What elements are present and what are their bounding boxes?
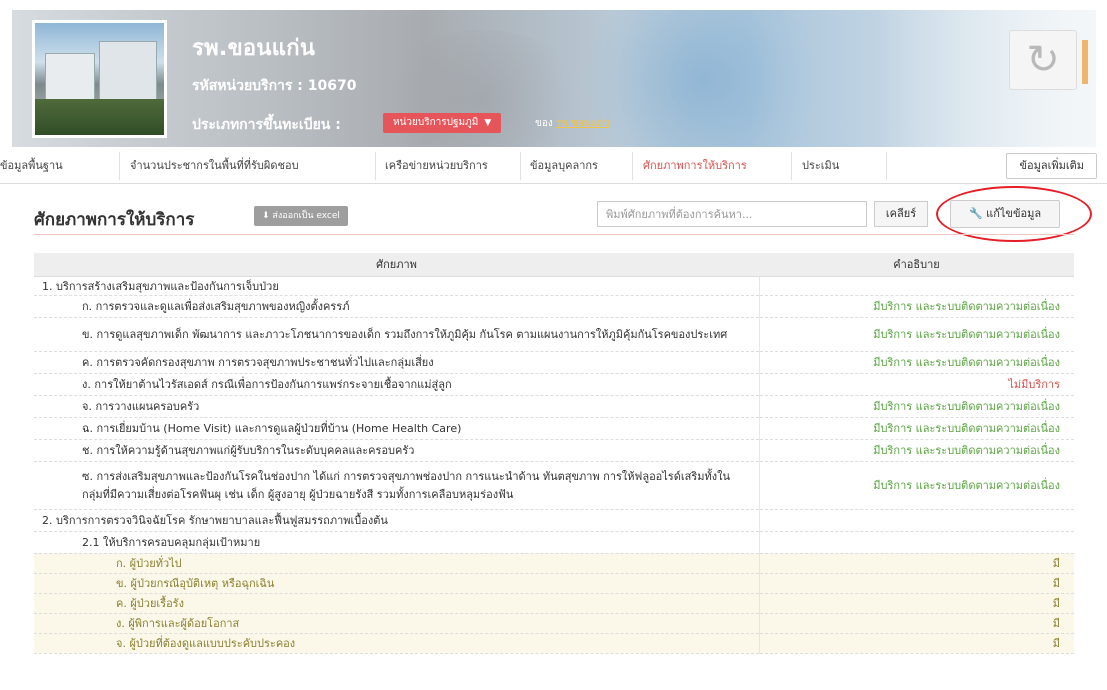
- row-value: [759, 276, 1074, 296]
- tab-assessment[interactable]: ประเมิน: [802, 148, 839, 184]
- table-row: ช. การให้ความรู้ด้านสุขภาพแก่ผู้รับบริกา…: [34, 439, 1074, 462]
- table-row: ข. การดูแลสุขภาพเด็ก พัฒนาการ และภาวะโภช…: [34, 317, 1074, 352]
- table-row: จ. การวางแผนครอบครัว มีบริการ และระบบติดต…: [34, 395, 1074, 418]
- edit-data-button[interactable]: 🔧 แก้ไขข้อมูล: [950, 200, 1060, 228]
- row-label: จ. การวางแผนครอบครัว: [34, 395, 760, 418]
- download-icon: ⬇: [262, 211, 270, 221]
- registration-type-value: หน่วยบริการปฐมภูมิ: [393, 117, 479, 128]
- row-label: ค. ผู้ป่วยเรื้อรัง: [34, 593, 760, 614]
- header-banner: รพ.ขอนแก่น รหัสหน่วยบริการ : 10670 ประเภ…: [12, 10, 1096, 147]
- row-label: ง. ผู้พิการและผู้ด้อยโอกาส: [34, 613, 760, 634]
- row-label: ค. การตรวจคัดกรองสุขภาพ การตรวจสุขภาพประ…: [34, 351, 760, 374]
- table-row: ซ. การส่งเสริมสุขภาพและป้องกันโรคในช่องป…: [34, 461, 1074, 510]
- hospital-photo: [32, 20, 167, 138]
- table-row: จ. ผู้ป่วยที่ต้องดูแลแบบประคับประคอง มี: [34, 633, 1074, 654]
- table-row: ก. ผู้ป่วยทั่วไป มี: [34, 553, 1074, 574]
- row-label: ข. การดูแลสุขภาพเด็ก พัฒนาการ และภาวะโภช…: [34, 317, 760, 352]
- row-label: ฉ. การเยี่ยมบ้าน (Home Visit) และการดูแล…: [34, 417, 760, 440]
- tab-network[interactable]: เครือข่ายหน่วยบริการ: [385, 148, 488, 184]
- unit-code: รหัสหน่วยบริการ : 10670: [192, 78, 357, 94]
- row-label: 1. บริการสร้างเสริมสุขภาพและป้องกันการเจ…: [34, 276, 760, 296]
- row-label: 2. บริการการตรวจวินิจฉัยโรค รักษาพยาบาลแ…: [34, 509, 760, 532]
- row-value: มีบริการ และระบบติดตามความต่อเนื่อง: [759, 295, 1074, 318]
- table-row: 2. บริการการตรวจวินิจฉัยโรค รักษาพยาบาลแ…: [34, 509, 1074, 532]
- network-link[interactable]: รพ.ขอนแก่น: [556, 118, 610, 129]
- clear-button[interactable]: เคลียร์: [874, 201, 928, 227]
- row-value: มีบริการ และระบบติดตามความต่อเนื่อง: [759, 351, 1074, 374]
- wrench-icon: 🔧: [968, 207, 983, 220]
- row-value: [759, 531, 1074, 554]
- refresh-button[interactable]: ↻: [1009, 30, 1077, 90]
- tab-personnel[interactable]: ข้อมูลบุคลากร: [530, 148, 598, 184]
- row-label: ก. ผู้ป่วยทั่วไป: [34, 553, 760, 574]
- table-row: 2.1 ให้บริการครอบคลุมกลุ่มเป้าหมาย: [34, 531, 1074, 554]
- export-label: ส่งออกเป็น excel: [272, 211, 340, 221]
- row-value: มีบริการ และระบบติดตามความต่อเนื่อง: [759, 317, 1074, 352]
- table-row: ฉ. การเยี่ยมบ้าน (Home Visit) และการดูแล…: [34, 417, 1074, 440]
- row-label: จ. ผู้ป่วยที่ต้องดูแลแบบประคับประคอง: [34, 633, 760, 654]
- capacity-table: ศักยภาพ คำอธิบาย 1. บริการสร้างเสริมสุขภ…: [34, 253, 1074, 654]
- row-label: ข. ผู้ป่วยกรณีอุบัติเหตุ หรือฉุกเฉิน: [34, 573, 760, 594]
- hospital-name: รพ.ขอนแก่น: [192, 36, 316, 61]
- tab-population[interactable]: จำนวนประชากรในพื้นที่ที่รับผิดชอบ: [130, 148, 299, 184]
- edit-label: แก้ไขข้อมูล: [986, 207, 1042, 220]
- more-info-tab[interactable]: ข้อมูลเพิ่มเติม: [1006, 153, 1097, 179]
- table-header-row: ศักยภาพ คำอธิบาย: [34, 253, 1074, 277]
- tab-service-capacity[interactable]: ศักยภาพการให้บริการ: [643, 148, 747, 184]
- row-value: มีบริการ และระบบติดตามความต่อเนื่อง: [759, 439, 1074, 462]
- row-label: ง. การให้ยาต้านไวรัสเอดส์ กรณีเพื่อการป้…: [34, 373, 760, 396]
- registration-type-label: ประเภทการขึ้นทะเบียน :: [192, 117, 341, 133]
- row-value: มี: [759, 573, 1074, 594]
- row-value: มีบริการ และระบบติดตามความต่อเนื่อง: [759, 395, 1074, 418]
- table-row: ค. การตรวจคัดกรองสุขภาพ การตรวจสุขภาพประ…: [34, 351, 1074, 374]
- refresh-icon: ↻: [1026, 37, 1060, 83]
- network-prefix: ของ: [535, 118, 553, 129]
- tab-basic-info[interactable]: ข้อมูลพื้นฐาน: [0, 148, 63, 184]
- table-row: ก. การตรวจและดูแลเพื่อส่งเสริมสุขภาพของห…: [34, 295, 1074, 318]
- registration-type-dropdown[interactable]: หน่วยบริการปฐมภูมิ ▼: [383, 113, 502, 133]
- row-value: ไม่มีบริการ: [759, 373, 1074, 396]
- row-label: ซ. การส่งเสริมสุขภาพและป้องกันโรคในช่องป…: [34, 461, 760, 510]
- row-value: มี: [759, 613, 1074, 634]
- row-label: ช. การให้ความรู้ด้านสุขภาพแก่ผู้รับบริกา…: [34, 439, 760, 462]
- row-value: มี: [759, 633, 1074, 654]
- section-divider: [34, 234, 1074, 235]
- app-root: รพ.ขอนแก่น รหัสหน่วยบริการ : 10670 ประเภ…: [0, 0, 1107, 690]
- row-value: มี: [759, 593, 1074, 614]
- banner-decoration: [572, 10, 832, 147]
- row-label: 2.1 ให้บริการครอบคลุมกลุ่มเป้าหมาย: [34, 531, 760, 554]
- network-info: ของ รพ.ขอนแก่น: [535, 116, 610, 131]
- search-input[interactable]: [597, 201, 867, 227]
- table-row: 1. บริการสร้างเสริมสุขภาพและป้องกันการเจ…: [34, 276, 1074, 296]
- row-value: มี: [759, 553, 1074, 574]
- banner-accent: [1082, 40, 1088, 84]
- tab-bar: ข้อมูลพื้นฐาน จำนวนประชากรในพื้นที่ที่รั…: [0, 148, 1107, 184]
- table-row: ง. ผู้พิการและผู้ด้อยโอกาส มี: [34, 613, 1074, 634]
- export-excel-button[interactable]: ⬇ ส่งออกเป็น excel: [254, 206, 348, 226]
- row-value: มีบริการ และระบบติดตามความต่อเนื่อง: [759, 417, 1074, 440]
- header-capacity: ศักยภาพ: [34, 253, 759, 277]
- table-row: ข. ผู้ป่วยกรณีอุบัติเหตุ หรือฉุกเฉิน มี: [34, 573, 1074, 594]
- table-row: ง. การให้ยาต้านไวรัสเอดส์ กรณีเพื่อการป้…: [34, 373, 1074, 396]
- row-value: [759, 509, 1074, 532]
- row-value: มีบริการ และระบบติดตามความต่อเนื่อง: [759, 461, 1074, 510]
- row-label: ก. การตรวจและดูแลเพื่อส่งเสริมสุขภาพของห…: [34, 295, 760, 318]
- section-title: ศักยภาพการให้บริการ: [34, 210, 195, 230]
- table-row: ค. ผู้ป่วยเรื้อรัง มี: [34, 593, 1074, 614]
- chevron-down-icon: ▼: [484, 118, 492, 128]
- header-description: คำอธิบาย: [759, 253, 1074, 277]
